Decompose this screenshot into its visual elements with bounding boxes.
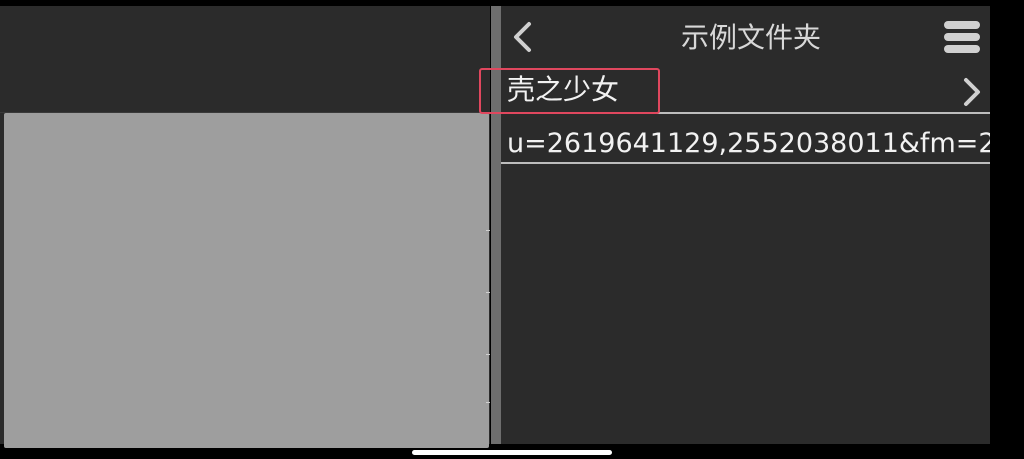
list-item-folder[interactable]: 壳之少女 [501,68,990,114]
back-button[interactable] [509,20,535,54]
screen-edge [990,6,1024,444]
folder-name: 壳之少女 [507,73,620,106]
file-name: u=2619641129,2552038011&fm=2 [507,128,990,159]
home-indicator[interactable] [412,450,612,455]
image-preview-placeholder[interactable] [4,113,489,448]
file-browser-pane: 示例文件夹 壳之少女 u=2619641129,2552038011&fm=2 [501,6,990,444]
pane-divider-handle[interactable] [491,6,501,444]
hamburger-menu-icon-bar [944,21,980,29]
hamburger-menu-icon-bar [944,33,980,41]
preview-edge-marks [486,230,490,410]
menu-button[interactable] [944,20,980,54]
list-item-file[interactable]: u=2619641129,2552038011&fm=2 [501,122,990,164]
hamburger-menu-icon-bar [944,45,980,53]
row-divider [501,162,990,164]
chevron-left-icon [514,22,531,52]
folder-title: 示例文件夹 [680,21,821,54]
chevron-right-icon [964,78,980,106]
app-screen: 示例文件夹 壳之少女 u=2619641129,2552038011&fm=2 [0,0,1024,459]
row-divider [501,112,990,114]
